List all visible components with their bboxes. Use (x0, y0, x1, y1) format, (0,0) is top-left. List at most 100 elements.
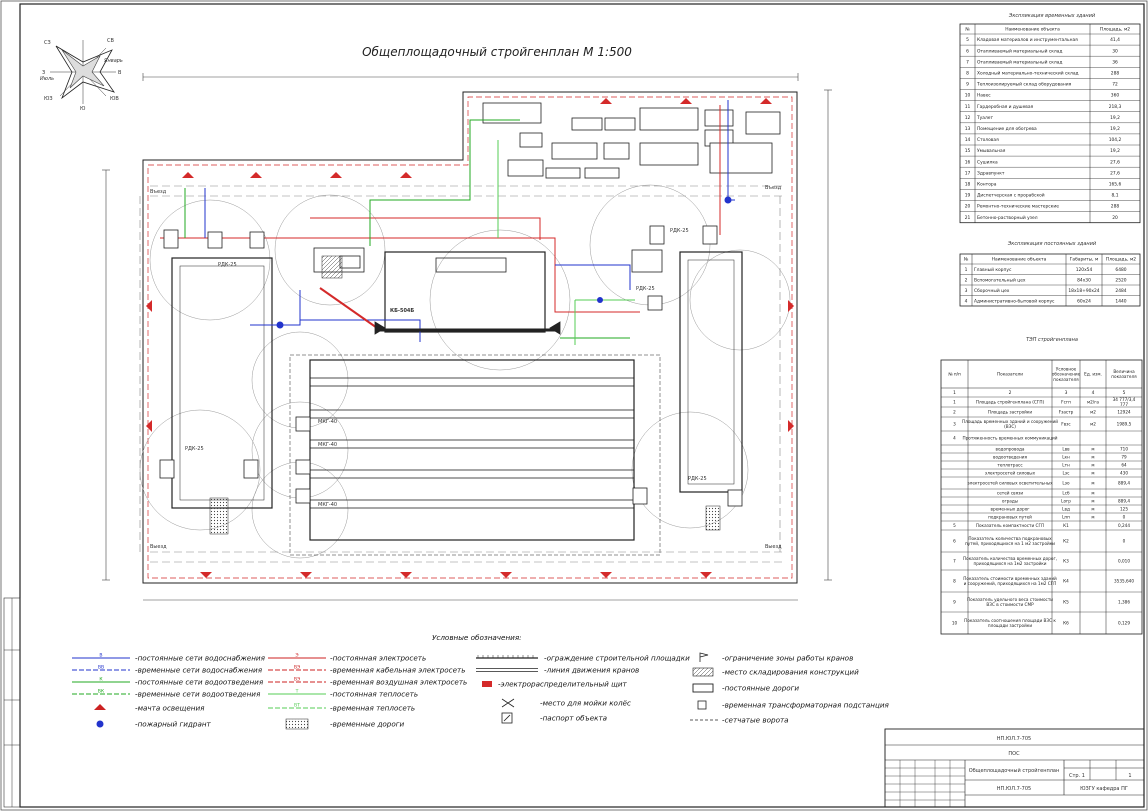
transformer-icon (697, 700, 707, 710)
lighting-mast-icon (94, 704, 106, 710)
wheel-wash-icon (501, 698, 515, 708)
tep-cell: м (1091, 499, 1094, 504)
tb-sheet: Стр. 1 (1069, 773, 1085, 779)
temp_buildings-cell: Теплоизолируемый склад оборудования (976, 81, 1072, 88)
temp_buildings-cell: Бетонно-растворный узел (977, 214, 1038, 221)
tep-cell: сетей связи (997, 491, 1023, 496)
tep-cell: Показатель количества подкрановых путей, … (965, 536, 1055, 546)
perm-buildings-table: № Наименование объекта Габариты, м Площадь,… (959, 253, 1141, 307)
tep-cell: электросетей силовых осветительных (967, 481, 1053, 486)
temp_buildings-cell: 41,4 (1110, 37, 1120, 43)
tep-cell: 79 (1121, 455, 1127, 460)
tep-cell: Lпп (1062, 515, 1070, 520)
temp_buildings-cell: 14 (965, 137, 971, 143)
tep-cell: Lэо (1062, 481, 1070, 486)
tep-cell: 0,244 (1118, 523, 1130, 528)
temp_buildings-cell: 27,6 (1110, 159, 1120, 165)
tep-head-1: Показатели (997, 372, 1023, 377)
tep-cell: 34 777/3,4 777 (1113, 397, 1136, 407)
perm_buildings-cell: 1 (965, 267, 968, 273)
legend-text: -постоянная теплосеть (330, 690, 418, 699)
tep-cell: 6 (953, 539, 956, 544)
tep-cell: Lвв (1062, 447, 1070, 452)
legend-code: Э (295, 653, 298, 659)
tep-head-4: Величина показателя (1111, 369, 1137, 379)
temp_buildings-cell: Сушилка (977, 159, 998, 165)
legend-text: -место складирования конструкций (722, 668, 859, 677)
legend-code: Т (295, 689, 299, 695)
legend-text: -ограждение строительной площадки (544, 654, 690, 663)
tep-cell: 0 (1123, 539, 1126, 544)
tep-cell: 3535,640 (1114, 579, 1134, 584)
temp_buildings-cell: 288 (1111, 204, 1120, 210)
perm_buildings-cell: 18х18+90х24 (1068, 288, 1099, 294)
tep-cell: 1,386 (1118, 600, 1130, 605)
legend-text: -временная теплосеть (330, 704, 415, 713)
legend-heading: Условные обозначения: (432, 633, 522, 642)
plan-labels: Въезд Въезд Выезд Выезд КБ-504Б РДК-25 Р… (150, 185, 782, 550)
legend-text: -ограничение зоны работы кранов (722, 654, 853, 663)
temp_buildings-cell: 19 (965, 193, 971, 199)
label-exit-2: Выезд (765, 544, 782, 550)
legend-code: В (99, 653, 102, 659)
wind-label-e: В (118, 70, 122, 76)
temp_buildings-cell: 72 (1112, 82, 1118, 88)
tep-head-3: Ед. изм. (1084, 372, 1102, 377)
tb-stage: ПОС (1008, 751, 1020, 757)
temp_buildings-cell: 10 (965, 93, 971, 99)
temp_buildings-head-1: Наименование объекта (1005, 26, 1060, 33)
perm_buildings-head-0: № (964, 257, 969, 263)
temp_buildings-cell: 19,2 (1110, 148, 1120, 154)
temp_buildings-cell: Умывальная (977, 148, 1006, 154)
tep-head-0: № п/п (948, 372, 961, 377)
hydrant-icon (96, 720, 104, 728)
temp_buildings-cell: 30 (1112, 48, 1118, 54)
perm_buildings-cell: 2 (965, 277, 968, 283)
tep-cell: Показатель удельного веса стоимости ВЗС в… (967, 597, 1053, 607)
legend-text: -паспорт объекта (540, 714, 607, 723)
tep-num: 2 (1009, 390, 1012, 396)
temp_buildings-cell: 18 (965, 181, 971, 187)
tep-cell: Lсб (1062, 491, 1070, 496)
temp_buildings-cell: Здравпункт (977, 170, 1005, 176)
tep-cell: 0,129 (1118, 621, 1130, 626)
tep-num: 1 (953, 390, 956, 396)
tep-cell: Площадь временных зданий и сооружений (ВЗ… (962, 419, 1058, 429)
perm_buildings-cell: 3 (965, 288, 968, 294)
tep-cell: Площадь стройгенплана (СГП) (976, 400, 1045, 405)
tep-cell: Lкн (1062, 455, 1070, 460)
tep-num: 5 (1123, 390, 1126, 396)
tb-sheets: 1 (1128, 773, 1131, 779)
tep-heading: ТЭП стройгенплана (1026, 337, 1078, 343)
perm_buildings-cell: 120х54 (1076, 267, 1093, 273)
temp_buildings-cell: 360 (1111, 93, 1120, 99)
label-rdk-1: РДК-25 (218, 262, 237, 268)
crane-zones (139, 184, 791, 559)
tep-cell: 125 (1120, 507, 1128, 512)
tep-cell: К3 (1063, 559, 1069, 564)
temp_buildings-cell: Отапливаемый материальный склад (977, 47, 1062, 54)
legend-text: -постоянные дороги (722, 684, 799, 693)
temp_buildings-cell: 8 (966, 70, 969, 76)
tep-cell: 889,4 (1118, 481, 1130, 486)
tep-cell: 0,010 (1118, 559, 1130, 564)
legend-text: -постоянная электросеть (330, 654, 426, 663)
tep-cell: К5 (1063, 600, 1069, 605)
perm_buildings-head-3: Площадь, м2 (1106, 257, 1136, 263)
tep-cell: 0 (1123, 515, 1126, 520)
temp_buildings-cell: 218,3 (1109, 104, 1122, 110)
tep-cell: Площадь застройки (988, 410, 1033, 415)
tep-cell: 889,4 (1118, 499, 1130, 504)
tep-cell: Fзастр (1059, 410, 1074, 415)
tep-cell: подкрановых путей (988, 515, 1032, 520)
tb-drawing-name: Общеплощадочный стройгенплан (969, 767, 1060, 774)
tep-cell: водоотведения (993, 455, 1027, 460)
tep-cell: временных дорог (991, 507, 1030, 512)
side-stamp (3, 597, 21, 808)
perm_buildings-cell: 60х24 (1077, 298, 1091, 304)
legend: В -постоянные сети водоснабжения ВВ -времен… (72, 652, 890, 730)
tep-cell: Fсгп (1061, 400, 1071, 405)
legend-code: ВЭ (294, 677, 300, 683)
temp_buildings-cell: Контора (977, 181, 997, 187)
label-rdk-5: РДК-25 (688, 476, 707, 482)
